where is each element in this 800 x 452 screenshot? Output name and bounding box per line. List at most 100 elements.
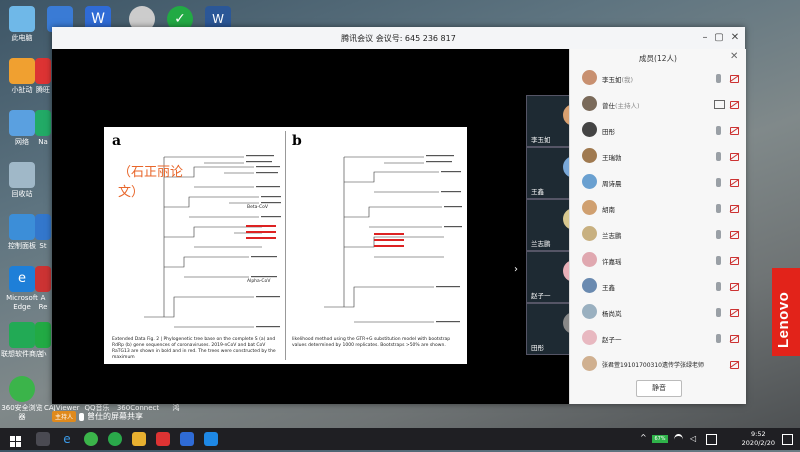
member-role: (主持人) [615, 102, 640, 110]
member-row[interactable]: 王鑫 [570, 273, 746, 299]
chevron-up-icon[interactable]: ^ [640, 433, 647, 442]
microphone-icon[interactable] [716, 204, 721, 213]
desktop-icon-partial[interactable]: St [34, 214, 52, 251]
share-status-text: 曾仕的屏幕共享 [87, 412, 144, 421]
desktop-icon-partial[interactable]: 鸿 [166, 404, 186, 413]
camera-off-icon[interactable] [730, 231, 739, 239]
mute-all-button[interactable]: 静音 [636, 380, 682, 397]
folder-icon[interactable] [132, 432, 146, 446]
screen-share-stage: a b （石正丽论文） Beta-CoV Alpha-CoV Extended … [52, 49, 621, 422]
browser-360-icon[interactable] [84, 432, 98, 446]
video-tile-name: 兰志鹏 [531, 240, 551, 248]
desktop-icon-partial[interactable]: Na [34, 110, 52, 147]
wechat-icon[interactable] [108, 432, 122, 446]
microphone-icon[interactable] [716, 178, 721, 187]
microphone-icon[interactable] [716, 74, 721, 83]
start-button[interactable] [10, 433, 22, 447]
notification-icon[interactable] [782, 434, 793, 445]
avatar [582, 356, 597, 371]
camera-off-icon[interactable] [730, 335, 739, 343]
desktop-icon-label: 腾旺 [36, 86, 50, 94]
edge-icon[interactable]: e [60, 432, 74, 446]
shared-document: a b （石正丽论文） Beta-CoV Alpha-CoV Extended … [104, 127, 467, 364]
avatar [582, 278, 597, 293]
member-name: 胡南 [602, 206, 615, 214]
camera-off-icon[interactable] [730, 361, 739, 369]
window-title: 腾讯会议 会议号: 645 236 817 [341, 34, 456, 43]
edge-icon: e [9, 266, 35, 292]
chevron-right-icon[interactable]: › [514, 264, 518, 275]
microphone-icon[interactable] [716, 308, 721, 317]
member-row[interactable]: 胡南 [570, 195, 746, 221]
desktop-icon-label: Na [38, 138, 48, 146]
desktop-icon-partial[interactable]: 小 [34, 322, 52, 359]
document-icon [9, 58, 35, 84]
camera-off-icon[interactable] [730, 257, 739, 265]
computer-icon [9, 6, 35, 32]
phylogenetic-tree-b [324, 155, 462, 323]
desktop-icon-partial[interactable]: 腾旺 [34, 58, 52, 95]
maximize-button[interactable]: ▢ [712, 31, 726, 45]
close-icon[interactable]: ✕ [730, 51, 738, 62]
avatar [582, 304, 597, 319]
camera-off-icon[interactable] [730, 283, 739, 291]
microphone-icon[interactable] [716, 334, 721, 343]
member-row[interactable]: 赵子一 [570, 325, 746, 351]
microphone-icon[interactable] [716, 282, 721, 291]
close-button[interactable]: ✕ [728, 31, 742, 45]
desktop-icon-recycle-bin[interactable]: 回收站 [0, 162, 44, 199]
lenovo-banner: Lenovo [772, 268, 800, 356]
microphone-icon[interactable] [716, 152, 721, 161]
host-role-tag: 主持人 [52, 411, 77, 422]
member-row[interactable]: 曾仕(主持人) [570, 91, 746, 117]
clock-date: 2020/2/20 [741, 439, 775, 447]
tencent-meeting-icon[interactable] [204, 432, 218, 446]
member-row[interactable]: 许嘉瑶 [570, 247, 746, 273]
desktop-icon-partial[interactable]: A Re [34, 266, 52, 312]
member-role: (我) [621, 76, 634, 84]
member-row[interactable]: 杨尚岚 [570, 299, 746, 325]
member-row[interactable]: 李玉如(我) [570, 65, 746, 91]
video-tile-name: 王鑫 [531, 188, 544, 196]
member-row[interactable]: 王瑞勃 [570, 143, 746, 169]
desktop-icon-label: 小扯动 [11, 86, 33, 94]
member-row[interactable]: 田彤 [570, 117, 746, 143]
member-name: 张君萱19101700310遗传学张绿老师 [602, 362, 704, 369]
member-name: 王瑞勃 [602, 154, 622, 162]
camera-off-icon[interactable] [730, 179, 739, 187]
wps-icon[interactable] [180, 432, 194, 446]
app-icon[interactable] [156, 432, 170, 446]
avatar [582, 96, 597, 111]
microphone-icon [79, 412, 85, 421]
member-panel: 成员(12人) ✕ 李玉如(我) 曾仕(主持人) 田彤 王瑞勃 周诗晨 胡南 兰… [569, 49, 746, 404]
wifi-icon[interactable] [674, 434, 683, 445]
input-method-icon[interactable] [706, 434, 717, 445]
member-row[interactable]: 兰志鹏 [570, 221, 746, 247]
clade-label-alpha: Alpha-CoV [247, 279, 271, 284]
desktop-icon-label: 此电脑 [11, 34, 33, 42]
microphone-icon[interactable] [716, 230, 721, 239]
microphone-icon[interactable] [716, 126, 721, 135]
camera-off-icon[interactable] [730, 309, 739, 317]
app-icon [35, 110, 51, 136]
camera-off-icon[interactable] [730, 101, 739, 109]
minimize-button[interactable]: – [698, 31, 712, 45]
volume-icon[interactable]: ◁ [690, 434, 696, 443]
battery-indicator[interactable]: 67% [652, 435, 668, 443]
member-row[interactable]: 周诗晨 [570, 169, 746, 195]
member-name: 杨尚岚 [602, 310, 622, 318]
microphone-icon[interactable] [716, 256, 721, 265]
document-divider [285, 131, 286, 360]
camera-off-icon[interactable] [730, 75, 739, 83]
clock[interactable]: 9:52 2020/2/20 [742, 430, 775, 448]
camera-off-icon[interactable] [730, 153, 739, 161]
member-row[interactable]: 张君萱19101700310遗传学张绿老师 [570, 351, 746, 377]
task-view-icon[interactable] [36, 432, 50, 446]
desktop-icon-browser-360[interactable]: 360安全浏览器 [0, 376, 44, 422]
camera-off-icon[interactable] [730, 127, 739, 135]
figure-caption-b: likelihood method using the GTR+G substi… [292, 337, 451, 348]
camera-off-icon[interactable] [730, 205, 739, 213]
figure-label-a: a [112, 133, 122, 149]
app-icon [35, 322, 51, 348]
meeting-window: 腾讯会议 会议号: 645 236 817 – ▢ ✕ a b （石正丽论文） … [52, 27, 746, 422]
